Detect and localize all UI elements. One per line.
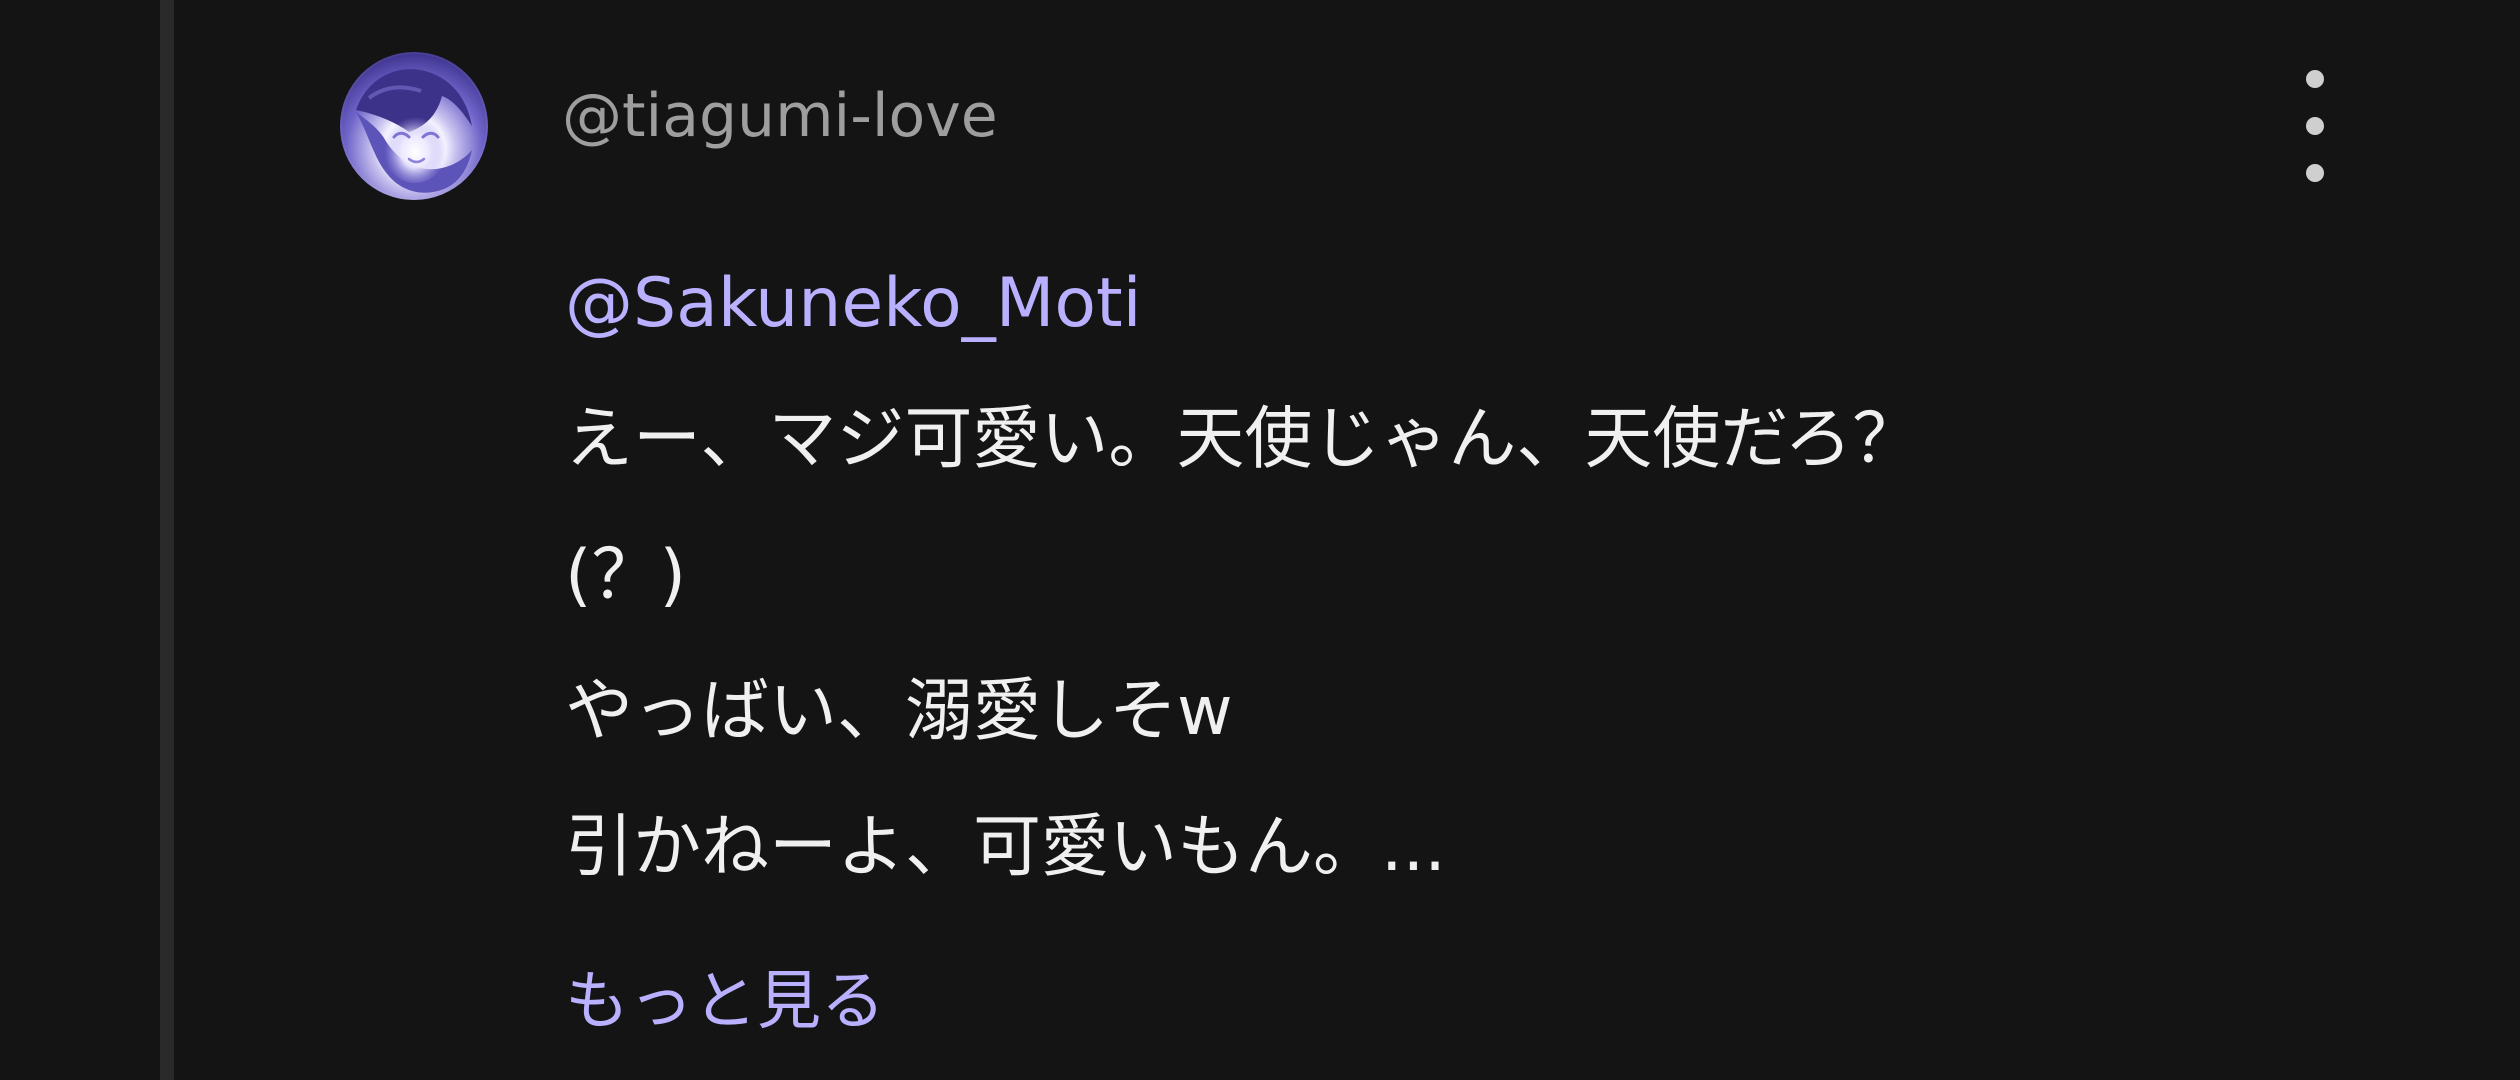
read-more-button[interactable]: もっと見る (565, 970, 885, 1034)
comment-line-1: えー、マジ可愛い。天使じゃん、天使だろ？ (565, 400, 1921, 479)
more-vertical-icon (2306, 164, 2324, 182)
comment-line-3: やっばい、溺愛しそw (565, 672, 1233, 751)
comment-reply-screen: @tiagumi-love @Sakuneko_Moti えー、マジ可愛い。天使… (0, 0, 2520, 1080)
more-vertical-icon (2306, 117, 2324, 135)
mention-link[interactable]: @Sakuneko_Moti (565, 236, 2365, 372)
avatar-image (356, 69, 472, 193)
comment-line-4: 引かねーよ、可愛いもん。... (565, 808, 1446, 887)
comment-line-2: (？) (565, 536, 687, 615)
comment-author[interactable]: @tiagumi-love (562, 86, 998, 146)
avatar[interactable] (340, 52, 488, 200)
more-vertical-icon (2306, 70, 2324, 88)
comment-menu-button[interactable] (2290, 66, 2340, 186)
comment-body: @Sakuneko_Moti えー、マジ可愛い。天使じゃん、天使だろ？ (？) … (565, 236, 2365, 916)
thread-line (160, 0, 174, 1080)
